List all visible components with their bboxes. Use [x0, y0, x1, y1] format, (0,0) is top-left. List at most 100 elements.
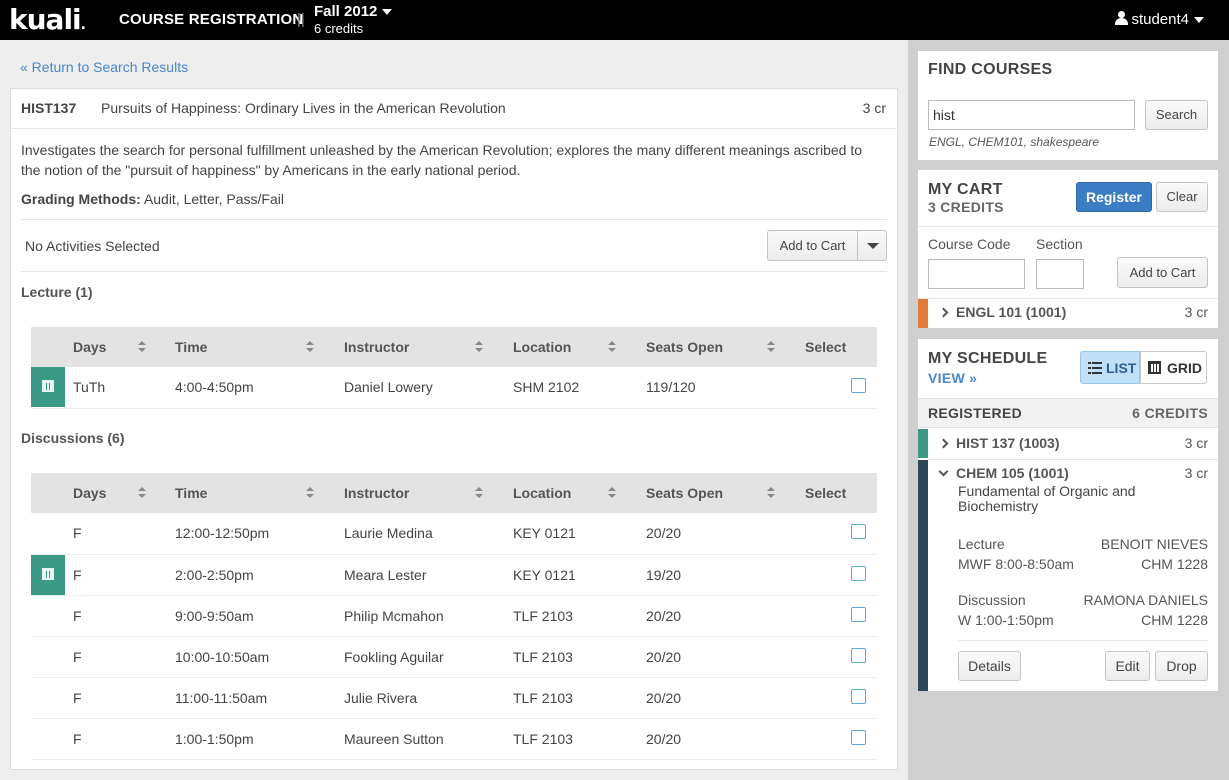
- calendar-icon: [42, 380, 54, 393]
- cart-item-credits: 3 cr: [1184, 304, 1208, 320]
- column-header-days[interactable]: Days: [65, 473, 166, 513]
- cell-seats: 20/20: [637, 595, 796, 637]
- cell-time: 4:00-4:50pm: [166, 367, 335, 409]
- cell-seats: 20/20: [637, 677, 796, 719]
- header-spacer: [31, 327, 65, 367]
- add-to-cart-dropdown[interactable]: [857, 230, 887, 261]
- activity-row[interactable]: TuTh 4:00-4:50pm Daniel Lowery SHM 2102 119/…: [31, 367, 877, 409]
- conflict-cell: [31, 677, 65, 719]
- clear-cart-button[interactable]: Clear: [1156, 182, 1208, 212]
- select-checkbox[interactable]: [851, 378, 866, 394]
- column-header-instructor[interactable]: Instructor: [335, 473, 504, 513]
- schedule-conflict-indicator: [31, 367, 65, 408]
- select-checkbox[interactable]: [851, 729, 866, 745]
- divider: [928, 459, 1218, 460]
- select-checkbox[interactable]: [851, 524, 866, 540]
- activity-row[interactable]: F 9:00-9:50am Philip Mcmahon TLF 2103 20/20: [31, 595, 877, 637]
- discussions-section-title: Discussions (6): [21, 430, 125, 446]
- find-courses-title: FIND COURSES: [928, 61, 1053, 78]
- list-label: LIST: [1106, 360, 1137, 376]
- grid-view-toggle[interactable]: GRID: [1140, 351, 1207, 384]
- select-checkbox[interactable]: [851, 688, 866, 704]
- title-separator: ||: [297, 11, 305, 28]
- cart-add-button[interactable]: Add to Cart: [1117, 257, 1208, 288]
- column-header-seats-open[interactable]: Seats Open: [637, 473, 796, 513]
- activity-row[interactable]: F 2:00-2:50pm Meara Lester KEY 0121 19/20: [31, 554, 877, 596]
- activity-row[interactable]: F 1:00-1:50pm Maureen Sutton TLF 2103 20/20: [31, 718, 877, 760]
- cell-seats: 119/120: [637, 367, 796, 409]
- cell-instructor: Philip Mcmahon: [335, 595, 504, 637]
- chevron-down-icon: [867, 243, 879, 249]
- list-icon: [1088, 362, 1102, 374]
- column-header-time[interactable]: Time: [166, 473, 335, 513]
- cell-location: TLF 2103: [504, 677, 637, 719]
- registered-label: REGISTERED: [928, 405, 1023, 421]
- activity-row[interactable]: F 11:00-11:50am Julie Rivera TLF 2103 20/20: [31, 677, 877, 719]
- select-checkbox[interactable]: [851, 565, 866, 581]
- column-header-seats-open[interactable]: Seats Open: [637, 327, 796, 367]
- column-header-location[interactable]: Location: [504, 473, 637, 513]
- search-button[interactable]: Search: [1145, 100, 1208, 130]
- select-checkbox[interactable]: [851, 606, 866, 622]
- chevron-down-icon: [938, 466, 949, 477]
- calendar-icon: [42, 567, 54, 580]
- column-label: Instructor: [344, 485, 410, 501]
- chevron-down-icon: [1194, 17, 1204, 24]
- cell-select: [796, 636, 877, 678]
- column-label: Time: [175, 339, 208, 355]
- list-view-toggle[interactable]: LIST: [1080, 351, 1140, 384]
- discussion-room: CHM 1228: [1141, 612, 1208, 628]
- cell-seats: 19/20: [637, 554, 796, 596]
- column-header-days[interactable]: Days: [65, 327, 166, 367]
- column-label: Seats Open: [646, 485, 724, 501]
- cell-select: [796, 367, 877, 409]
- term-selector[interactable]: Fall 2012 6 credits: [314, 3, 393, 37]
- course-search-input[interactable]: hist: [928, 100, 1135, 130]
- grading-value: Audit, Letter, Pass/Fail: [143, 191, 284, 207]
- edit-button[interactable]: Edit: [1105, 651, 1150, 681]
- activity-row[interactable]: F 10:00-10:50am Fookling Aguilar TLF 2103 20…: [31, 636, 877, 678]
- schedule-item-name: CHEM 105 (1001): [956, 465, 1069, 481]
- cell-days: F: [65, 718, 166, 760]
- grading-label: Grading Methods:: [21, 191, 141, 207]
- user-icon: [1115, 11, 1129, 25]
- column-label: Days: [73, 485, 107, 501]
- cell-instructor: Meara Lester: [335, 554, 504, 596]
- column-header-location[interactable]: Location: [504, 327, 637, 367]
- cart-item-engl101[interactable]: ENGL 101 (1001): [938, 304, 1066, 320]
- return-to-search-link[interactable]: « Return to Search Results: [20, 59, 188, 75]
- divider: [918, 298, 1218, 299]
- cell-instructor: Julie Rivera: [335, 677, 504, 719]
- add-to-cart-button[interactable]: Add to Cart: [767, 230, 858, 261]
- cell-select: [796, 595, 877, 637]
- register-button[interactable]: Register: [1076, 182, 1152, 212]
- lecture-instructor: BENOIT NIEVES: [1100, 536, 1208, 552]
- details-button[interactable]: Details: [958, 651, 1021, 681]
- conflict-cell: [31, 513, 65, 555]
- course-code-label: Course Code: [928, 236, 1011, 252]
- schedule-item-hist137[interactable]: HIST 137 (1003): [938, 435, 1060, 451]
- grid-label: GRID: [1167, 360, 1202, 376]
- user-menu[interactable]: student4: [1115, 11, 1204, 28]
- kuali-logo[interactable]: kuali.: [9, 3, 86, 42]
- cell-time: 11:00-11:50am: [166, 677, 335, 719]
- cell-seats: 20/20: [637, 636, 796, 678]
- lecture-room: CHM 1228: [1141, 556, 1208, 572]
- lecture-time: MWF 8:00-8:50am: [958, 556, 1074, 572]
- sort-icon: [138, 487, 146, 499]
- select-checkbox[interactable]: [851, 647, 866, 663]
- course-title: Pursuits of Happiness: Ordinary Lives in…: [101, 100, 506, 116]
- schedule-item-chem105[interactable]: CHEM 105 (1001): [938, 465, 1069, 481]
- chevron-down-icon: [382, 9, 393, 16]
- section-input[interactable]: [1036, 259, 1084, 289]
- column-header-time[interactable]: Time: [166, 327, 335, 367]
- column-header-select: Select: [796, 473, 877, 513]
- cell-select: [796, 554, 877, 596]
- activity-row[interactable]: F 12:00-12:50pm Laurie Medina KEY 0121 20/20: [31, 513, 877, 555]
- search-hint: ENGL, CHEM101, shakespeare: [929, 135, 1100, 149]
- calendar-grid-icon: [1148, 361, 1161, 374]
- view-schedule-link[interactable]: VIEW »: [928, 370, 977, 386]
- column-header-instructor[interactable]: Instructor: [335, 327, 504, 367]
- course-code-input[interactable]: [928, 259, 1025, 289]
- drop-button[interactable]: Drop: [1155, 651, 1208, 681]
